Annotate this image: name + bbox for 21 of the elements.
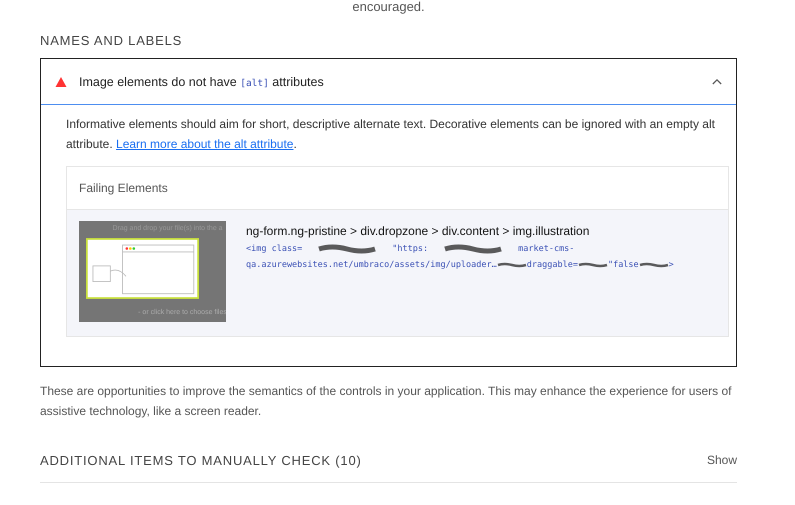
code-snippet: draggable=: [526, 260, 578, 270]
code-snippet: >: [668, 260, 674, 270]
code-snippet: qa.azurewebsites.net/umbraco/assets/img/uploader…: [246, 260, 497, 270]
element-selector: ng-form.ng-pristine > div.dropzone > div.content > img.illustration: [246, 224, 590, 238]
scribble-drawing: [638, 260, 669, 270]
code-snippet: "false: [608, 260, 639, 270]
audit-description: Informative elements should aim for short, descriptive alternate text. Decorative elements can be ignored with an empty alt attribute. Learn more about the alt attribute.: [66, 116, 716, 153]
audit-title: Image elements do not have [alt] attributes: [79, 74, 325, 88]
code-snippet: "https:: [392, 244, 428, 254]
code-snippet: <img class=: [246, 244, 302, 254]
show-toggle[interactable]: Show: [706, 453, 737, 468]
chevron-icon[interactable]: [712, 78, 722, 85]
section-title: ADDITIONAL ITEMS TO MANUALLY CHECK (10): [40, 453, 362, 468]
scribble-drawing: [578, 260, 608, 270]
section-title: NAMES AND LABELS: [40, 33, 184, 49]
group-description: These are opportunities to improve the semantics of the controls in your application. This may enhance the experience for users of assistive technology, like a screen reader.: [40, 383, 732, 420]
code-snippet: market-cms-: [518, 244, 574, 254]
description-text: encouraged.: [351, 0, 426, 13]
audit-header[interactable]: Image elements do not have [alt] attributes: [41, 59, 736, 105]
learn-more-link[interactable]: Learn more about the alt attribute: [116, 137, 294, 151]
scribble-drawing: [496, 260, 527, 270]
